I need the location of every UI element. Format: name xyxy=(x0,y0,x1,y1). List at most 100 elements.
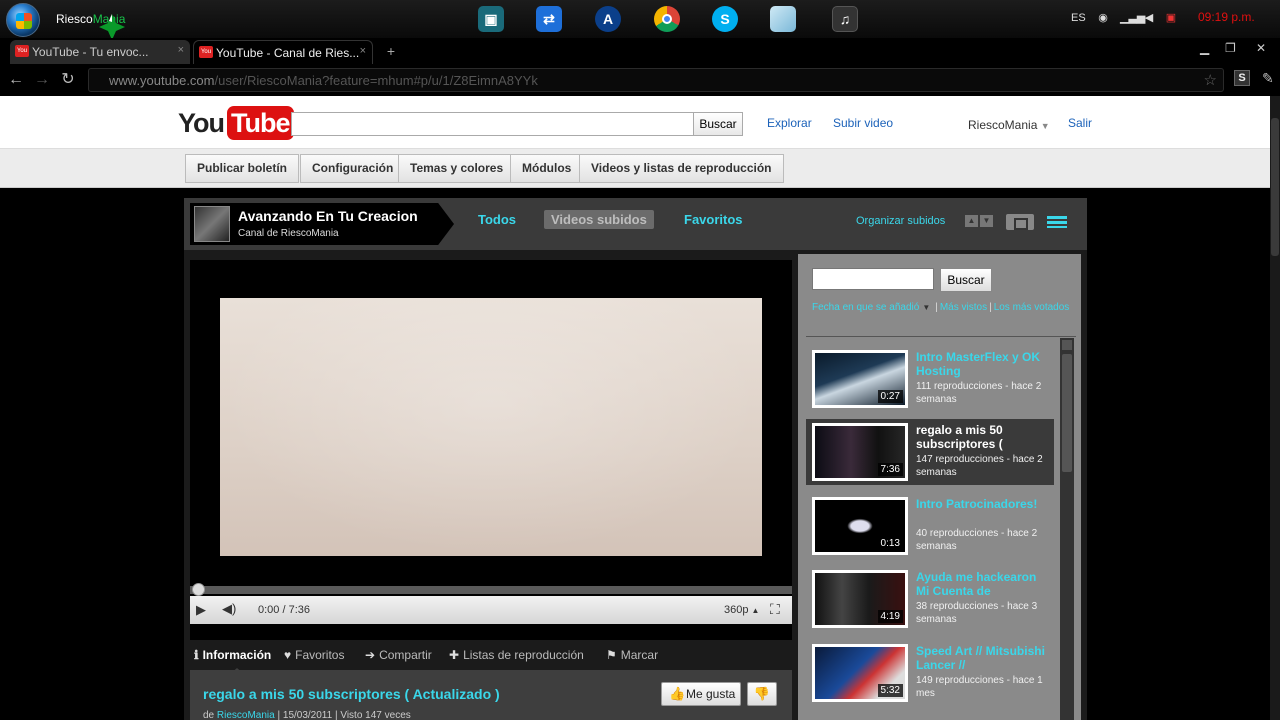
tab-favorites[interactable]: Favoritos xyxy=(684,212,743,227)
youtube-logo[interactable]: You Tube xyxy=(178,106,294,140)
dislike-button[interactable]: 👎 xyxy=(747,682,777,706)
play-icon[interactable]: ▶ xyxy=(196,602,212,618)
list-item[interactable]: 5:32 Speed Art // Mitsubishi Lancer // 1… xyxy=(806,640,1054,706)
video-thumbnail[interactable]: 0:13 xyxy=(812,497,908,555)
sort-top-rated-link[interactable]: Los más votados xyxy=(994,302,1070,313)
skype-icon[interactable]: S xyxy=(708,3,742,35)
extension-icon[interactable]: S xyxy=(1234,70,1250,86)
teamviewer-icon[interactable]: ⇄ xyxy=(532,3,566,35)
share-action[interactable]: ➔ Compartir xyxy=(365,648,432,662)
video-thumbnail[interactable]: 4:19 xyxy=(812,570,908,628)
channel-search-input[interactable] xyxy=(812,268,934,290)
upload-link[interactable]: Subir video xyxy=(833,116,893,130)
info-tab[interactable]: ℹ Información xyxy=(194,648,271,662)
scroll-thumb[interactable] xyxy=(1062,354,1072,472)
reload-button[interactable]: ↻ xyxy=(58,70,78,90)
sort-date-link[interactable]: Fecha en que se añadió xyxy=(812,302,919,313)
video-frame[interactable] xyxy=(220,298,762,556)
tab-title: YouTube - Tu envoc... xyxy=(32,45,149,59)
list-item[interactable]: 0:27 Intro MasterFlex y OK Hosting 111 r… xyxy=(806,346,1054,412)
new-tab-button[interactable]: + xyxy=(381,44,401,60)
flag-action[interactable]: ⚑ Marcar xyxy=(606,648,658,662)
close-tab-icon[interactable]: × xyxy=(178,44,184,56)
list-view-icon[interactable] xyxy=(1047,216,1067,228)
browser-tabstrip: You YouTube - Tu envoc... × You YouTube … xyxy=(0,38,1280,64)
video-list-scrollbar[interactable] xyxy=(1060,338,1074,720)
video-title-link[interactable]: regalo a mis 50 subscriptores ( xyxy=(916,423,1050,451)
tab-uploads[interactable]: Videos subidos xyxy=(544,210,654,229)
logout-link[interactable]: Salir xyxy=(1068,116,1092,130)
video-thumbnail[interactable]: 0:27 xyxy=(812,350,908,408)
playlists-action[interactable]: ✚ Listas de reproducción xyxy=(449,648,584,662)
explore-link[interactable]: Explorar xyxy=(767,116,812,130)
channel-search-button[interactable]: Buscar xyxy=(940,268,992,292)
dropdown-arrow-icon[interactable]: ▼ xyxy=(922,303,930,312)
themes-button[interactable]: Temas y colores xyxy=(398,154,516,183)
volume-icon[interactable]: ◀) xyxy=(222,601,236,617)
start-button[interactable] xyxy=(6,3,40,37)
video-duration: 0:27 xyxy=(877,390,903,403)
video-duration: 0:13 xyxy=(877,537,903,550)
network-alert-icon[interactable]: ▣ xyxy=(1165,12,1177,24)
forward-button[interactable]: → xyxy=(32,70,52,90)
video-title-link[interactable]: Speed Art // Mitsubishi Lancer // xyxy=(916,644,1050,672)
arduino-icon[interactable]: A xyxy=(591,3,625,35)
author-link[interactable]: RiescoMania xyxy=(217,710,275,720)
sort-up-icon[interactable]: ▲ xyxy=(965,215,978,227)
window-close-icon[interactable]: ✕ xyxy=(1256,41,1266,55)
minimize-icon[interactable]: ▁ xyxy=(1200,41,1209,55)
video-title-link[interactable]: Intro Patrocinadores! xyxy=(916,497,1050,511)
organize-uploads-link[interactable]: Organizar subidos xyxy=(856,215,945,227)
sort-most-viewed-link[interactable]: Más vistos xyxy=(940,302,987,313)
favorites-action[interactable]: ♥ Favoritos xyxy=(284,648,344,662)
settings-button[interactable]: Configuración xyxy=(300,154,406,183)
list-item[interactable]: 0:13 Intro Patrocinadores! 40 reproducci… xyxy=(806,493,1054,559)
grid-view-icon[interactable] xyxy=(1006,214,1034,230)
fullscreen-icon[interactable]: ⛶ xyxy=(770,601,780,618)
scroll-up-icon[interactable] xyxy=(1062,340,1072,350)
page-scrollbar[interactable] xyxy=(1270,96,1280,720)
sort-down-icon[interactable]: ▼ xyxy=(980,215,993,227)
page-scroll-thumb[interactable] xyxy=(1271,118,1279,256)
tray-status-icon[interactable]: ◉ xyxy=(1097,12,1109,24)
back-button[interactable]: ← xyxy=(6,70,26,90)
browser-toolbar: ← → ↻ www.youtube.com/user/RiescoMania?f… xyxy=(0,64,1280,96)
like-button[interactable]: 👍 Me gusta xyxy=(661,682,741,706)
volume-tray-icon[interactable]: ◀ xyxy=(1143,12,1155,24)
video-player[interactable]: ▶ ◀) 0:00 / 7:36 360p ▲ ⛶ xyxy=(190,260,792,640)
signal-icon[interactable]: ▁▃▅ xyxy=(1120,12,1145,24)
modules-button[interactable]: Módulos xyxy=(510,154,584,183)
media-icon[interactable]: ♫ xyxy=(828,3,862,35)
video-title-link[interactable]: Intro MasterFlex y OK Hosting xyxy=(916,350,1050,378)
film-app-icon[interactable]: ▣ xyxy=(474,3,508,35)
channel-avatar[interactable] xyxy=(194,206,230,242)
restore-icon[interactable]: ❐ xyxy=(1225,41,1236,55)
quality-button[interactable]: 360p ▲ xyxy=(724,604,759,616)
wrench-menu-icon[interactable]: ✎ xyxy=(1262,70,1274,87)
chrome-icon[interactable] xyxy=(650,3,684,35)
user-menu[interactable]: RiescoMania ▼ xyxy=(968,118,1050,132)
video-thumbnail[interactable]: 7:36 xyxy=(812,423,908,481)
video-title-link[interactable]: Ayuda me hackearon Mi Cuenta de xyxy=(916,570,1050,598)
list-item[interactable]: 4:19 Ayuda me hackearon Mi Cuenta de 38 … xyxy=(806,566,1054,632)
list-item-active[interactable]: 7:36 regalo a mis 50 subscriptores ( 147… xyxy=(806,419,1054,485)
tab-all[interactable]: Todos xyxy=(478,212,516,227)
language-indicator[interactable]: ES xyxy=(1071,12,1086,24)
notes-icon[interactable] xyxy=(766,3,800,35)
videos-playlists-button[interactable]: Videos y listas de reproducción xyxy=(579,154,784,183)
clock[interactable]: 09:19 p.m. xyxy=(1198,10,1255,24)
progress-handle[interactable] xyxy=(192,583,205,596)
flag-icon: ⚑ xyxy=(606,648,617,662)
browser-tab-active[interactable]: You YouTube - Canal de Ries... × xyxy=(193,40,373,64)
tab-title: YouTube - Canal de Ries... xyxy=(216,46,360,60)
search-button[interactable]: Buscar xyxy=(693,112,743,136)
search-input[interactable] xyxy=(291,112,694,136)
close-tab-icon[interactable]: × xyxy=(360,45,366,57)
browser-tab[interactable]: You YouTube - Tu envoc... × xyxy=(10,40,190,64)
publish-bulletin-button[interactable]: Publicar boletín xyxy=(185,154,300,183)
progress-bar[interactable] xyxy=(190,586,792,594)
channel-badge[interactable]: Avanzando En Tu Creacion Canal de Riesco… xyxy=(190,203,454,245)
address-bar[interactable]: www.youtube.com/user/RiescoMania?feature… xyxy=(88,68,1224,92)
bookmark-star-icon[interactable]: ☆ xyxy=(1204,71,1217,89)
video-thumbnail[interactable]: 5:32 xyxy=(812,644,908,702)
